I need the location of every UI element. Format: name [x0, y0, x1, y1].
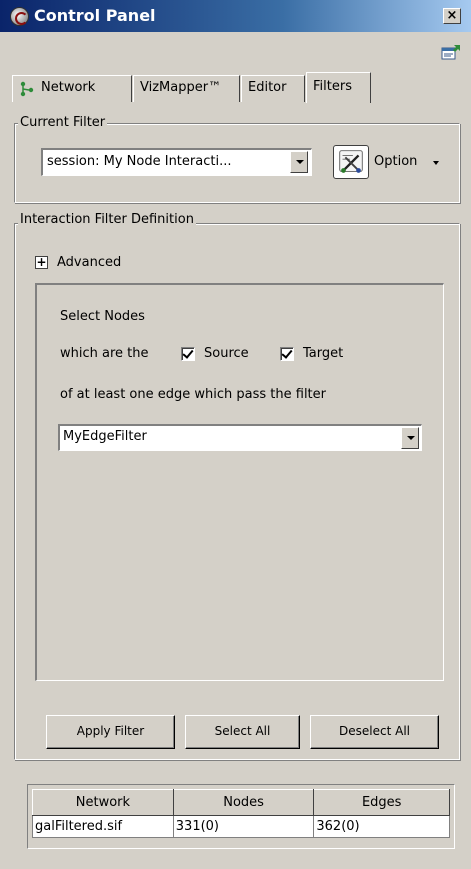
deselect-all-button[interactable]: Deselect All [310, 715, 439, 749]
network-table: Network Nodes Edges galFiltered.sif 331(… [32, 789, 450, 838]
chevron-down-icon[interactable] [290, 151, 308, 173]
edges-cell[interactable]: 362(0) [313, 815, 450, 838]
app-icon [10, 7, 29, 26]
column-header-edges[interactable]: Edges [313, 789, 450, 816]
target-label[interactable]: Target [303, 346, 343, 361]
edge-filter-value: MyEdgeFilter [63, 429, 147, 444]
edge-filter-description: of at least one edge which pass the filt… [60, 387, 326, 402]
current-filter-value: session: My Node Interacti... [47, 154, 232, 169]
advanced-label[interactable]: Advanced [57, 255, 121, 270]
apply-filter-button[interactable]: Apply Filter [46, 715, 175, 749]
chevron-down-icon[interactable] [401, 427, 419, 449]
network-table-container: Network Nodes Edges galFiltered.sif 331(… [27, 784, 455, 849]
tab-network[interactable]: Network [12, 75, 132, 102]
select-all-button[interactable]: Select All [185, 715, 300, 749]
network-tree-icon [20, 81, 34, 97]
tab-filters-label: Filters [313, 79, 352, 94]
dock-panel-icon[interactable] [441, 44, 461, 62]
current-filter-legend: Current Filter [18, 115, 108, 130]
interaction-filter-legend: Interaction Filter Definition [18, 212, 196, 227]
tab-editor-label: Editor [248, 80, 287, 95]
option-label: Option [374, 154, 418, 169]
source-label[interactable]: Source [204, 346, 249, 361]
which-are-label: which are the [60, 346, 149, 361]
table-row[interactable]: galFiltered.sif 331(0) 362(0) [32, 815, 450, 838]
caret-down-icon [433, 161, 439, 165]
tab-vizmapper[interactable]: VizMapper™ [133, 75, 240, 102]
close-button[interactable]: × [443, 8, 461, 24]
tab-network-label: Network [41, 80, 96, 95]
title-bar: Control Panel × [0, 0, 471, 32]
select-nodes-label: Select Nodes [60, 309, 145, 324]
tab-vizmapper-label: VizMapper™ [140, 80, 222, 95]
nodes-cell[interactable]: 331(0) [172, 815, 315, 838]
window-title: Control Panel [34, 6, 156, 25]
current-filter-select[interactable]: session: My Node Interacti... [41, 148, 312, 176]
source-checkbox[interactable] [181, 347, 195, 361]
network-cell[interactable]: galFiltered.sif [32, 815, 174, 838]
edge-filter-select[interactable]: MyEdgeFilter [58, 424, 422, 451]
tab-filters[interactable]: Filters [306, 72, 371, 103]
filter-definition-panel [35, 283, 444, 681]
table-header-row: Network Nodes Edges [32, 789, 450, 816]
target-checkbox[interactable] [280, 347, 294, 361]
option-button[interactable]: Option [331, 145, 441, 179]
column-header-nodes[interactable]: Nodes [172, 789, 315, 816]
expand-icon[interactable]: + [35, 256, 48, 269]
filter-options-icon [333, 145, 369, 179]
tab-editor[interactable]: Editor [241, 75, 305, 102]
column-header-network[interactable]: Network [32, 789, 174, 816]
